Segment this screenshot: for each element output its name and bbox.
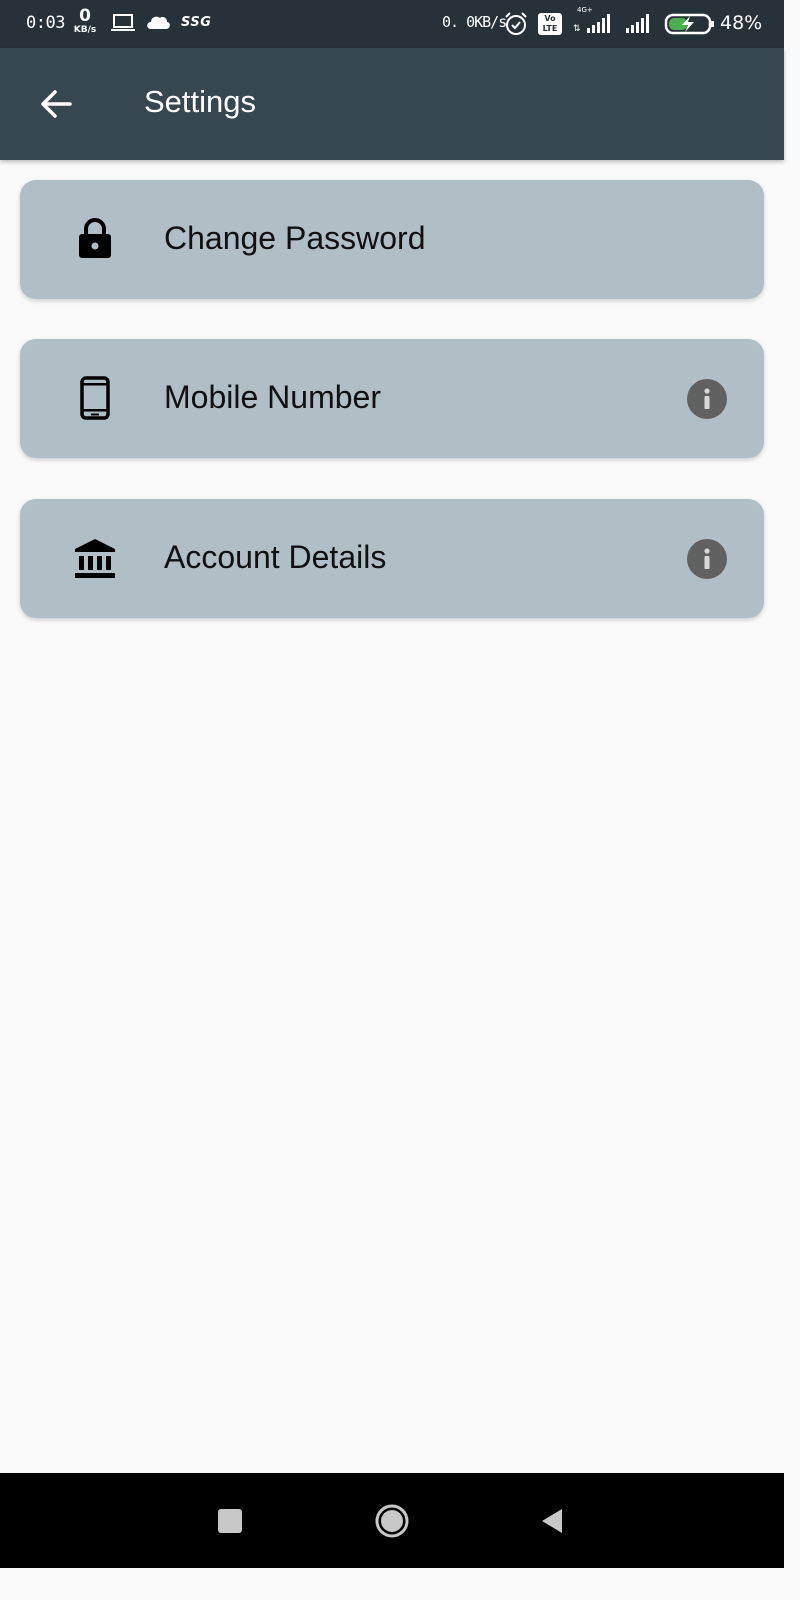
nav-back-icon[interactable] bbox=[540, 1507, 564, 1535]
status-bar: 0:03 0 KB/s SSG 0. 0KB/s Vo LTE 4G+ ⇅ 48… bbox=[0, 0, 784, 48]
laptop-icon bbox=[111, 14, 135, 31]
signal-icon bbox=[626, 14, 649, 33]
info-icon[interactable] bbox=[687, 539, 727, 579]
carrier-label: SSG bbox=[181, 15, 212, 30]
net-speed-unit: KB/s bbox=[73, 25, 97, 35]
battery-charging-icon bbox=[664, 13, 714, 35]
lock-icon bbox=[72, 216, 118, 262]
settings-item-change-password[interactable]: Change Password bbox=[20, 180, 764, 299]
net-speed-indicator: 0 KB/s bbox=[70, 8, 100, 35]
status-time: 0:03 bbox=[26, 13, 65, 33]
settings-item-label: Change Password bbox=[164, 220, 426, 256]
app-bar: Settings bbox=[0, 48, 784, 160]
alarm-icon bbox=[505, 12, 527, 35]
recent-apps-icon[interactable] bbox=[218, 1509, 242, 1533]
bank-icon bbox=[72, 535, 118, 581]
arrow-back-icon bbox=[41, 90, 72, 118]
settings-item-label: Mobile Number bbox=[164, 379, 381, 415]
volte-top: Vo bbox=[544, 14, 556, 23]
home-icon[interactable] bbox=[374, 1503, 410, 1539]
info-icon[interactable] bbox=[687, 379, 727, 419]
page-title: Settings bbox=[144, 84, 257, 119]
volte-bottom: LTE bbox=[542, 24, 558, 33]
smartphone-icon bbox=[72, 375, 118, 421]
settings-item-account-details[interactable]: Account Details bbox=[20, 499, 764, 618]
data-arrows-icon: ⇅ bbox=[573, 24, 581, 34]
system-navigation-bar bbox=[0, 1473, 784, 1568]
cloud-icon bbox=[147, 16, 170, 29]
net-speed-right: 0. 0KB/s bbox=[442, 13, 507, 31]
signal-icon bbox=[587, 14, 610, 33]
settings-item-mobile-number[interactable]: Mobile Number bbox=[20, 339, 764, 458]
volte-badge: Vo LTE bbox=[538, 13, 562, 35]
back-button[interactable] bbox=[28, 76, 84, 132]
net-speed-value: 0 bbox=[79, 6, 91, 26]
battery-percent: 48% bbox=[720, 12, 763, 34]
settings-item-label: Account Details bbox=[164, 539, 387, 575]
